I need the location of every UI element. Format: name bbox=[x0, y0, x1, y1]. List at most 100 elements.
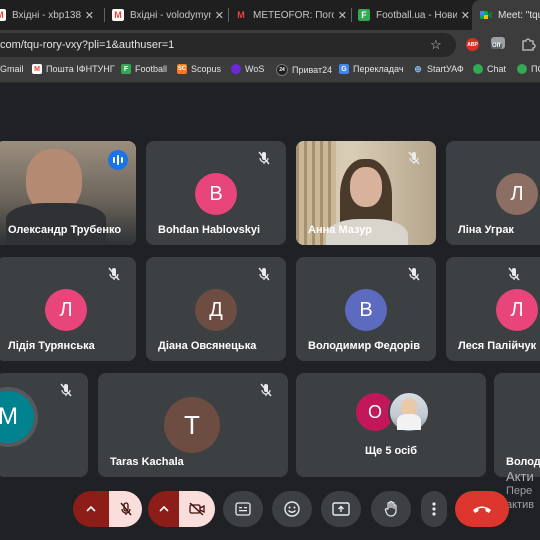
mic-off-icon bbox=[258, 151, 270, 165]
raise-hand-button[interactable] bbox=[371, 491, 411, 527]
adblock-extension-icon[interactable]: ABP bbox=[466, 38, 479, 51]
bookmark-wos[interactable]: WoS bbox=[231, 64, 264, 74]
tab-gmail-2[interactable]: M Вхідні - volodymyr ✕ bbox=[112, 0, 224, 30]
bookmark-ps[interactable]: ПС bbox=[517, 64, 540, 74]
tab-football[interactable]: F Football.ua - Нови ✕ bbox=[358, 0, 470, 30]
mic-off-icon bbox=[408, 151, 420, 165]
tab-title: METEOFOR: Погод bbox=[253, 9, 334, 21]
bookmark-star-icon[interactable]: ☆ bbox=[430, 37, 442, 53]
reactions-button[interactable] bbox=[272, 491, 312, 527]
participant-tile[interactable]: T Taras Kachala bbox=[98, 373, 288, 477]
close-icon[interactable]: ✕ bbox=[85, 9, 94, 22]
bookmark-gmail[interactable]: Gmail bbox=[0, 64, 24, 74]
mic-off-icon bbox=[60, 383, 72, 397]
bookmark-chat[interactable]: Chat bbox=[473, 64, 506, 74]
scopus-icon: SC bbox=[177, 64, 187, 74]
video-options-button[interactable] bbox=[148, 491, 179, 527]
tab-gmail-1[interactable]: M Вхідні - xbp1381@ ✕ bbox=[0, 0, 94, 30]
participant-name: Олександр Трубенко bbox=[8, 224, 122, 236]
bookmark-label: ПС bbox=[531, 64, 540, 74]
participant-tile[interactable]: Л Леся Палійчук bbox=[446, 257, 540, 361]
mic-off-icon bbox=[508, 267, 520, 281]
bookmark-poshta[interactable]: M Пошта ІФНТУНГ bbox=[32, 64, 115, 74]
tab-separator bbox=[104, 8, 105, 22]
tab-title: Вхідні - volodymyr bbox=[130, 9, 211, 21]
bookmark-label: WoS bbox=[245, 64, 265, 74]
extensions-puzzle-icon[interactable] bbox=[520, 36, 540, 54]
off-extension-icon[interactable]: Off bbox=[489, 37, 509, 53]
avatar: Л bbox=[496, 289, 538, 331]
browser-toolbar: com/tqu-rory-vxy?pli=1&authuser=1 ☆ bbox=[0, 30, 540, 60]
audio-options-button[interactable] bbox=[73, 491, 109, 527]
tab-meet[interactable]: Meet: "tqu- bbox=[472, 0, 540, 30]
url-text: com/tqu-rory-vxy?pli=1&authuser=1 bbox=[0, 39, 175, 51]
participant-tile-video[interactable]: Олександр Трубенко bbox=[0, 141, 136, 245]
participant-name: Ліна Уграк bbox=[458, 224, 514, 236]
participant-tile[interactable]: Д Діана Овсянецька bbox=[146, 257, 286, 361]
meteofor-icon: M bbox=[235, 9, 247, 21]
gmail-icon: M bbox=[32, 64, 42, 74]
football-icon: F bbox=[121, 64, 131, 74]
close-icon[interactable]: ✕ bbox=[338, 9, 347, 22]
captions-button[interactable] bbox=[223, 491, 263, 527]
bookmark-startuaf[interactable]: ⊕ StartУАФ bbox=[413, 63, 463, 75]
globe-icon: ⊕ bbox=[414, 63, 422, 74]
participant-name: Анна Мазур bbox=[308, 224, 372, 236]
speaking-indicator-icon bbox=[108, 150, 128, 170]
address-bar[interactable]: com/tqu-rory-vxy?pli=1&authuser=1 ☆ bbox=[0, 33, 456, 57]
bookmark-label: Chat bbox=[487, 64, 507, 74]
more-options-button[interactable] bbox=[421, 491, 447, 527]
close-icon[interactable]: ✕ bbox=[215, 9, 224, 22]
tab-title: Вхідні - xbp1381@ bbox=[12, 9, 81, 21]
chevron-up-icon bbox=[86, 505, 96, 512]
avatar: Д bbox=[195, 289, 237, 331]
participant-tile-video[interactable]: Анна Мазур bbox=[296, 141, 436, 245]
avatar: Л bbox=[45, 289, 87, 331]
bookmarks-bar: Gmail M Пошта ІФНТУНГ F Football SC Scop… bbox=[0, 60, 540, 83]
ps-icon bbox=[517, 64, 527, 74]
bookmark-scopus[interactable]: SC Scopus bbox=[177, 64, 221, 74]
gmail-icon: M bbox=[112, 9, 124, 21]
bookmark-label: Gmail bbox=[0, 64, 24, 74]
present-screen-button[interactable] bbox=[321, 491, 361, 527]
tab-meteofor[interactable]: M METEOFOR: Погод ✕ bbox=[235, 0, 347, 30]
camera-toggle-button[interactable] bbox=[179, 491, 215, 527]
avatar: T bbox=[164, 397, 220, 453]
translate-icon: G bbox=[339, 64, 349, 74]
participant-name: Леся Палійчук bbox=[458, 340, 537, 352]
tab-separator bbox=[228, 8, 229, 22]
microphone-toggle-button[interactable] bbox=[109, 491, 142, 527]
participant-name: Володимир Федорів bbox=[308, 340, 420, 352]
chevron-up-icon bbox=[158, 505, 169, 512]
closed-captions-icon bbox=[235, 502, 251, 516]
bookmark-label: Scopus bbox=[191, 64, 222, 74]
bookmark-translate[interactable]: G Перекладач bbox=[339, 64, 404, 74]
more-participants-tile[interactable]: О Ще 5 осіб bbox=[296, 373, 486, 477]
gmail-icon: M bbox=[0, 9, 6, 21]
participant-tile[interactable]: Володі bbox=[494, 373, 540, 477]
participant-name: Діана Овсянецька bbox=[158, 340, 257, 352]
participant-tile[interactable]: Л Лідія Турянська bbox=[0, 257, 136, 361]
raise-hand-icon bbox=[384, 500, 397, 517]
participant-name: Taras Kachala bbox=[110, 456, 184, 468]
mic-off-icon bbox=[408, 267, 420, 281]
participant-tile[interactable]: В Володимир Федорів bbox=[296, 257, 436, 361]
bookmark-label: Приват24 bbox=[292, 65, 333, 75]
bookmark-label: Football bbox=[135, 64, 168, 74]
mic-off-icon bbox=[258, 267, 270, 281]
chat-icon bbox=[473, 64, 483, 74]
bookmark-privat24[interactable]: 24 Приват24 bbox=[276, 64, 332, 76]
tab-title: Meet: "tqu- bbox=[498, 9, 540, 21]
leave-call-button[interactable] bbox=[455, 491, 509, 527]
participant-tile[interactable]: Л Ліна Уграк bbox=[446, 141, 540, 245]
extension-badge: Off bbox=[491, 43, 502, 49]
bookmark-football[interactable]: F Football bbox=[121, 64, 167, 74]
hang-up-icon bbox=[473, 506, 491, 513]
participant-tile[interactable]: B Bohdan Hablovskyi bbox=[146, 141, 286, 245]
close-icon[interactable]: ✕ bbox=[461, 9, 470, 22]
bookmark-label: Пошта ІФНТУНГ bbox=[46, 64, 115, 74]
bookmark-label: Перекладач bbox=[353, 64, 404, 74]
avatar: Л bbox=[496, 173, 538, 215]
participant-tile[interactable]: М bbox=[0, 373, 88, 477]
tab-separator bbox=[351, 8, 352, 22]
